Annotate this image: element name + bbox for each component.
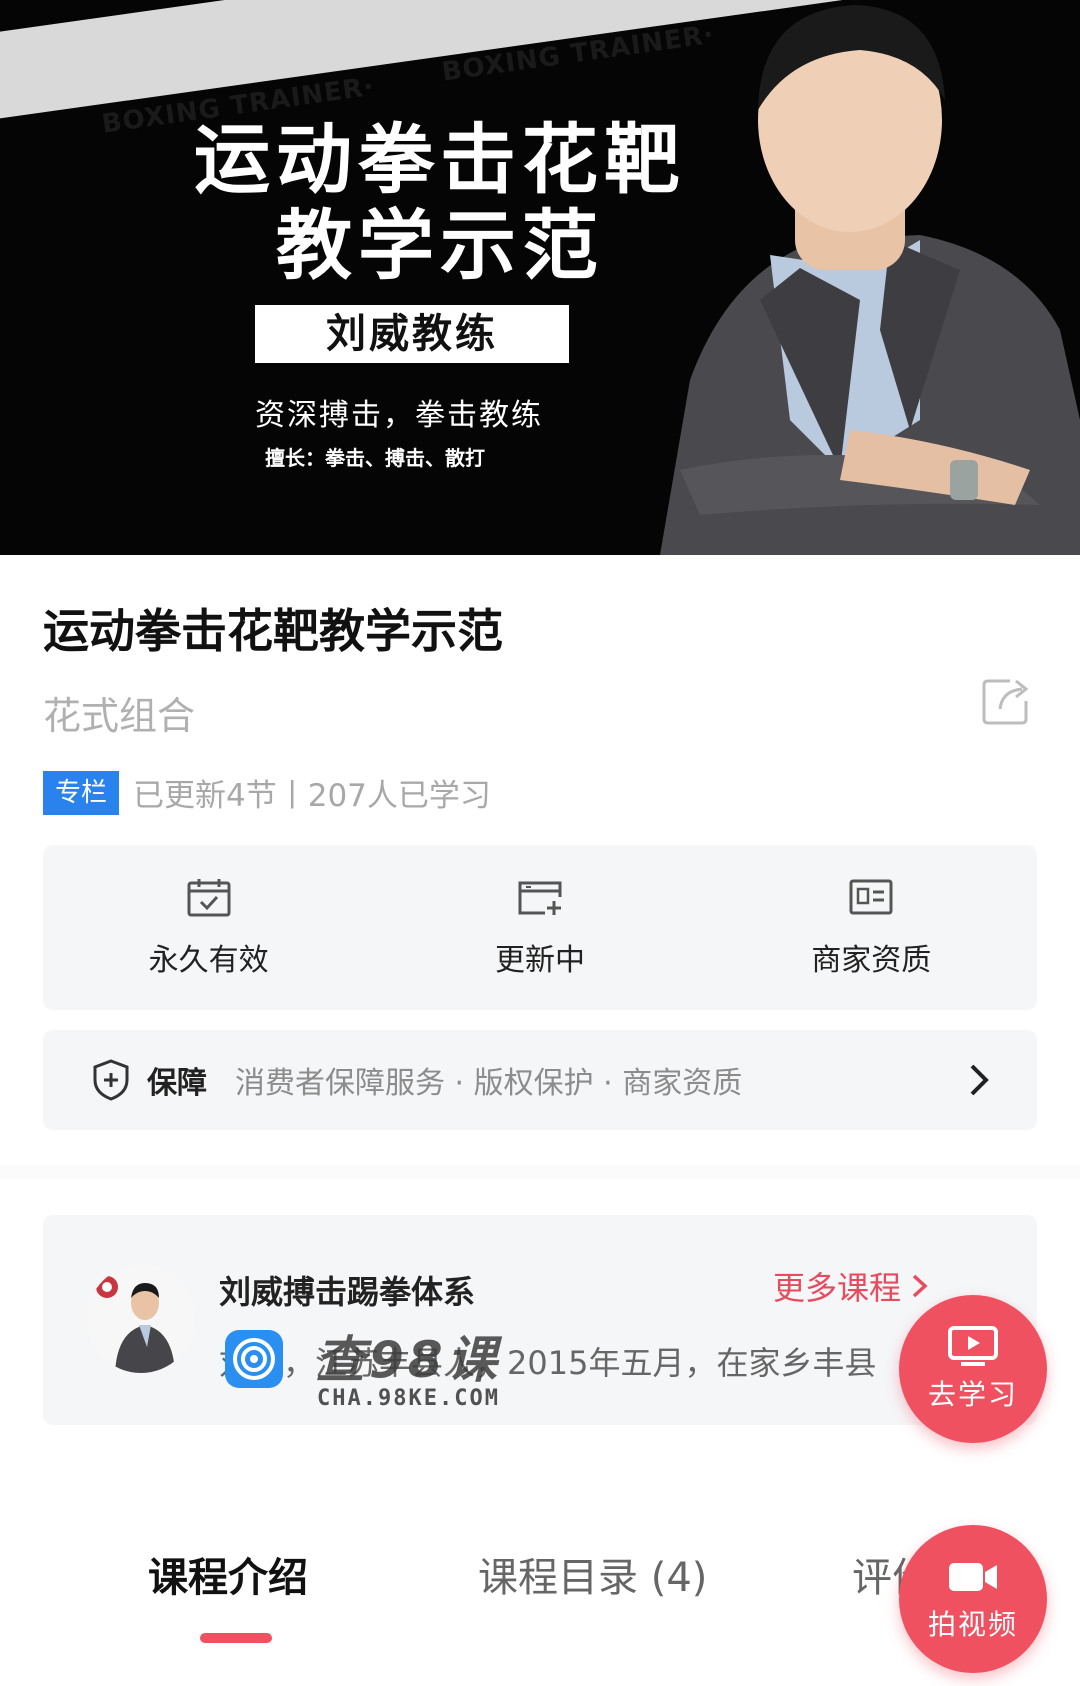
watermark-logo-icon xyxy=(225,1330,283,1388)
course-subtitle: 花式组合 xyxy=(43,694,196,738)
video-camera-icon xyxy=(949,1563,997,1591)
course-features: 永久有效 更新中 商家资质 xyxy=(43,845,1037,1010)
course-detail-sheet: 运动拳击花靶教学示范 花式组合 专栏 已更新4节丨207人已学习 永久有效 更新… xyxy=(0,555,1080,1686)
feature-label: 商家资质 xyxy=(811,943,932,978)
teacher-card[interactable]: 刘威搏击踢拳体系 刘威，江苏丰县人，2015年五月，在家乡丰县 更多课程 xyxy=(43,1215,1037,1425)
banner-subtitle: 资深搏击，拳击教练 xyxy=(255,398,543,433)
feature-merchant: 商家资质 xyxy=(706,845,1037,1010)
banner-coach-name: 刘威教练 xyxy=(255,305,569,363)
feature-label: 更新中 xyxy=(494,943,585,978)
tab-course-catalog[interactable]: 课程目录 (4) xyxy=(478,1545,707,1603)
guarantee-title: 保障 xyxy=(147,1066,207,1101)
feature-label: 永久有效 xyxy=(148,943,269,978)
column-tag: 专栏 xyxy=(43,770,120,815)
watermark: 查98课 CHA.98KE.COM xyxy=(225,1320,515,1420)
course-banner: BOXING TRAINER· BOXING TRAINER· 运动拳击花靶 教… xyxy=(0,0,1080,555)
calendar-check-icon xyxy=(187,879,231,917)
id-card-icon xyxy=(849,879,893,915)
card-add-icon xyxy=(518,881,562,915)
more-courses-label: 更多课程 xyxy=(773,1269,902,1307)
guarantee-text: 消费者保障服务 · 版权保护 · 商家资质 xyxy=(235,1066,743,1101)
section-divider xyxy=(0,1165,1080,1179)
feature-permanent: 永久有效 xyxy=(43,845,374,1010)
tab-course-intro[interactable]: 课程介绍 xyxy=(148,1545,308,1603)
avatar-image xyxy=(87,1265,195,1373)
guarantee-row[interactable]: 保障 消费者保障服务 · 版权保护 · 商家资质 xyxy=(43,1030,1037,1130)
shoot-video-button[interactable]: 拍视频 xyxy=(899,1525,1047,1673)
shoot-video-label: 拍视频 xyxy=(927,1608,1018,1641)
teacher-avatar[interactable] xyxy=(87,1265,195,1373)
course-meta-row: 专栏 已更新4节丨207人已学习 xyxy=(43,770,491,815)
watermark-text: 查98课 xyxy=(315,1331,501,1389)
share-icon[interactable] xyxy=(980,675,1032,727)
active-tab-indicator xyxy=(200,1633,272,1643)
teacher-name: 刘威搏击踢拳体系 xyxy=(219,1273,476,1311)
chevron-right-icon xyxy=(912,1274,928,1298)
watermark-url: CHA.98KE.COM xyxy=(317,1386,500,1411)
feature-updating: 更新中 xyxy=(374,845,705,1010)
more-courses-link[interactable]: 更多课程 xyxy=(773,1263,929,1309)
go-study-label: 去学习 xyxy=(927,1378,1018,1411)
coach-portrait xyxy=(660,5,1080,555)
course-stats: 已更新4节丨207人已学习 xyxy=(133,778,491,814)
go-study-button[interactable]: 去学习 xyxy=(899,1295,1047,1443)
play-screen-icon xyxy=(948,1326,998,1366)
shield-icon xyxy=(93,1059,129,1101)
banner-skills: 擅长：拳击、搏击、散打 xyxy=(265,446,485,470)
chevron-right-icon xyxy=(970,1064,989,1096)
course-title: 运动拳击花靶教学示范 xyxy=(43,604,503,658)
